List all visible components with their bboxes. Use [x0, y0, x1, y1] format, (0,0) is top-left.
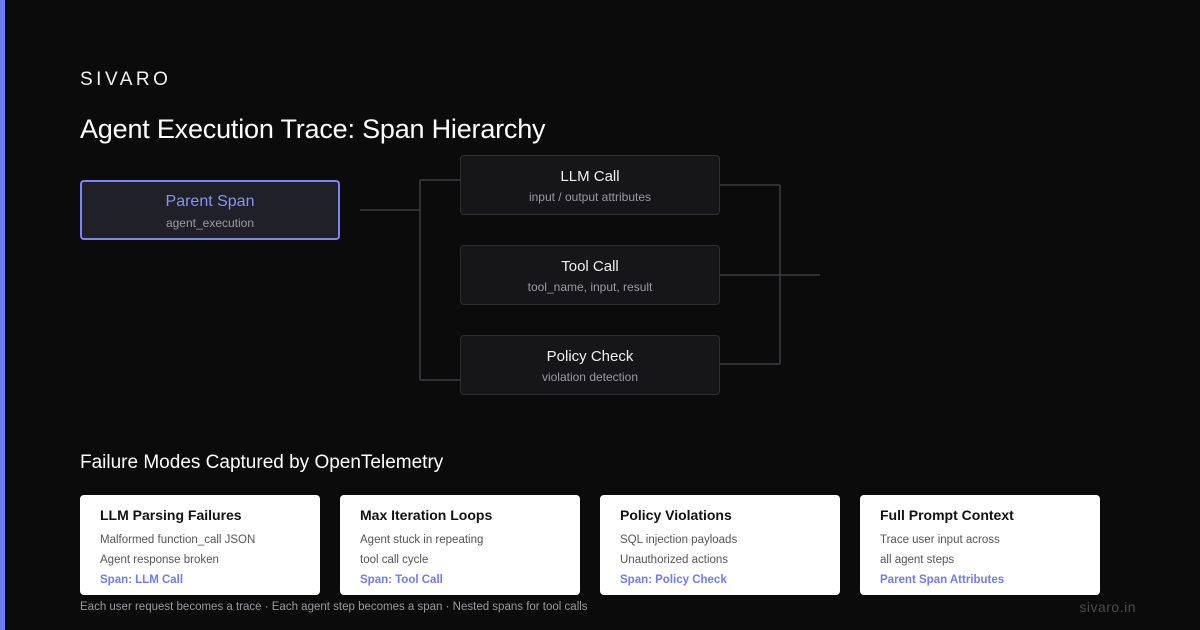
failure-card-policy-violations: Policy Violations SQL injection payloads… [600, 495, 840, 595]
policy-check-subtitle: violation detection [541, 370, 639, 384]
card-line: all agent steps [880, 554, 955, 566]
card-line: Malformed function_call JSON [100, 534, 256, 546]
footer-note: Each user request becomes a trace · Each… [80, 601, 588, 613]
card-title: Full Prompt Context [880, 507, 1014, 523]
llm-call-subtitle: input / output attributes [528, 190, 652, 204]
footer-domain: sivaro.in [1079, 599, 1136, 615]
card-span-label: Parent Span Attributes [880, 574, 1005, 586]
policy-check-title: Policy Check [546, 348, 634, 365]
card-line: tool call cycle [360, 554, 429, 566]
tool-call-node: Tool Call tool_name, input, result [460, 245, 720, 305]
card-span-label: Span: Tool Call [360, 574, 443, 586]
parent-span-title: Parent Span [165, 193, 255, 210]
llm-call-node: LLM Call input / output attributes [460, 155, 720, 215]
card-title: Policy Violations [620, 507, 732, 523]
policy-check-node: Policy Check violation detection [460, 335, 720, 395]
llm-call-title: LLM Call [560, 168, 620, 185]
card-line: Trace user input across [880, 534, 1000, 546]
tool-call-title: Tool Call [561, 258, 619, 275]
card-span-label: Span: LLM Call [100, 574, 184, 586]
failure-card-llm-parsing: LLM Parsing Failures Malformed function_… [80, 495, 320, 595]
card-title: LLM Parsing Failures [100, 507, 242, 523]
card-title: Max Iteration Loops [360, 507, 493, 523]
card-line: Agent response broken [100, 554, 219, 566]
parent-span-subtitle: agent_execution [165, 216, 255, 230]
parent-span-node: Parent Span agent_execution [80, 180, 340, 240]
failure-modes-heading: Failure Modes Captured by OpenTelemetry [80, 452, 444, 473]
failure-card-max-iteration: Max Iteration Loops Agent stuck in repea… [340, 495, 580, 595]
card-line: Unauthorized actions [620, 554, 729, 566]
card-line: Agent stuck in repeating [360, 534, 484, 546]
card-span-label: Span: Policy Check [620, 574, 727, 586]
failure-card-full-prompt: Full Prompt Context Trace user input acr… [860, 495, 1100, 595]
card-line: SQL injection payloads [620, 534, 738, 546]
tool-call-subtitle: tool_name, input, result [527, 280, 653, 294]
